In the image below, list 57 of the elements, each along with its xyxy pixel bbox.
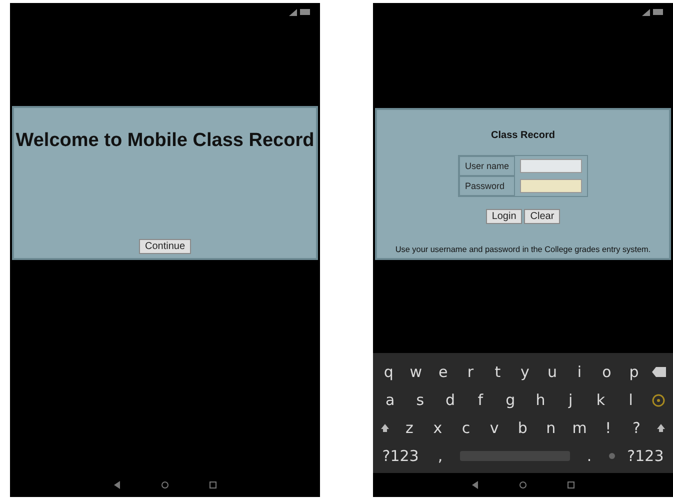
- form-button[interactable]: Login: [486, 209, 522, 224]
- keyboard-key[interactable]: b: [514, 419, 532, 437]
- keyboard-key[interactable]: f: [471, 391, 490, 409]
- keyboard-key[interactable]: .: [580, 447, 598, 465]
- backspace-icon[interactable]: [652, 367, 666, 377]
- keyboard-key[interactable]: k: [592, 391, 610, 409]
- recents-icon[interactable]: [567, 481, 575, 489]
- keyboard-key[interactable]: q: [380, 363, 398, 381]
- keyboard-key[interactable]: u: [543, 363, 562, 381]
- keyboard-key[interactable]: t: [488, 363, 507, 381]
- field-label: User name: [458, 156, 515, 176]
- welcome-heading: Welcome to Mobile Class Record: [16, 130, 314, 152]
- smiley-icon[interactable]: [652, 394, 665, 406]
- keyboard-key[interactable]: m: [570, 419, 589, 437]
- keyboard-key[interactable]: e: [434, 363, 452, 381]
- home-icon[interactable]: [161, 481, 169, 489]
- keyboard-key[interactable]: ?: [627, 419, 646, 437]
- keyboard-key[interactable]: y: [516, 363, 534, 381]
- keyboard-key[interactable]: l: [622, 391, 640, 409]
- keyboard-key[interactable]: s: [411, 391, 430, 409]
- shift-icon[interactable]: [380, 423, 390, 433]
- keyboard-key[interactable]: ,: [431, 447, 450, 465]
- shift-icon[interactable]: [656, 423, 666, 433]
- keyboard-key[interactable]: o: [598, 363, 616, 381]
- recents-icon[interactable]: [209, 481, 217, 489]
- battery-icon: [653, 9, 663, 15]
- keyboard-key[interactable]: v: [485, 419, 504, 437]
- signal-icon: [642, 8, 650, 16]
- keyboard-key[interactable]: ?123: [380, 447, 421, 465]
- dot-icon[interactable]: [608, 453, 615, 459]
- keyboard-key[interactable]: n: [542, 419, 560, 437]
- keyboard-key[interactable]: h: [532, 391, 550, 409]
- keyboard-key[interactable]: z: [400, 419, 418, 437]
- battery-icon: [300, 9, 310, 15]
- keyboard-key[interactable]: !: [599, 419, 618, 437]
- keyboard-key[interactable]: c: [457, 419, 476, 437]
- keyboard-key[interactable]: p: [625, 363, 644, 381]
- keyboard-key[interactable]: d: [441, 391, 460, 409]
- back-icon[interactable]: [113, 481, 121, 489]
- keyboard-key[interactable]: j: [562, 391, 580, 409]
- continue-button[interactable]: Continue: [138, 239, 192, 254]
- home-icon[interactable]: [519, 481, 527, 489]
- keyboard-key[interactable]: x: [428, 419, 447, 437]
- keyboard-key[interactable]: ?123: [625, 447, 666, 465]
- keyboard-key[interactable]: w: [406, 363, 425, 381]
- field-label: Password: [458, 176, 515, 196]
- keyboard-key[interactable]: g: [501, 391, 520, 409]
- back-icon[interactable]: [471, 481, 479, 489]
- form-button[interactable]: Clear: [524, 209, 560, 224]
- password-field[interactable]: [520, 179, 582, 193]
- keyboard-key[interactable]: a: [381, 391, 400, 409]
- signal-icon: [289, 8, 297, 16]
- username-field[interactable]: [520, 159, 582, 173]
- keyboard-key[interactable]: i: [570, 363, 588, 381]
- login-hint: Use your username and password in the College grades entry system.: [395, 245, 651, 254]
- login-title: Class Record: [491, 130, 555, 141]
- keyboard-key[interactable]: r: [461, 363, 480, 381]
